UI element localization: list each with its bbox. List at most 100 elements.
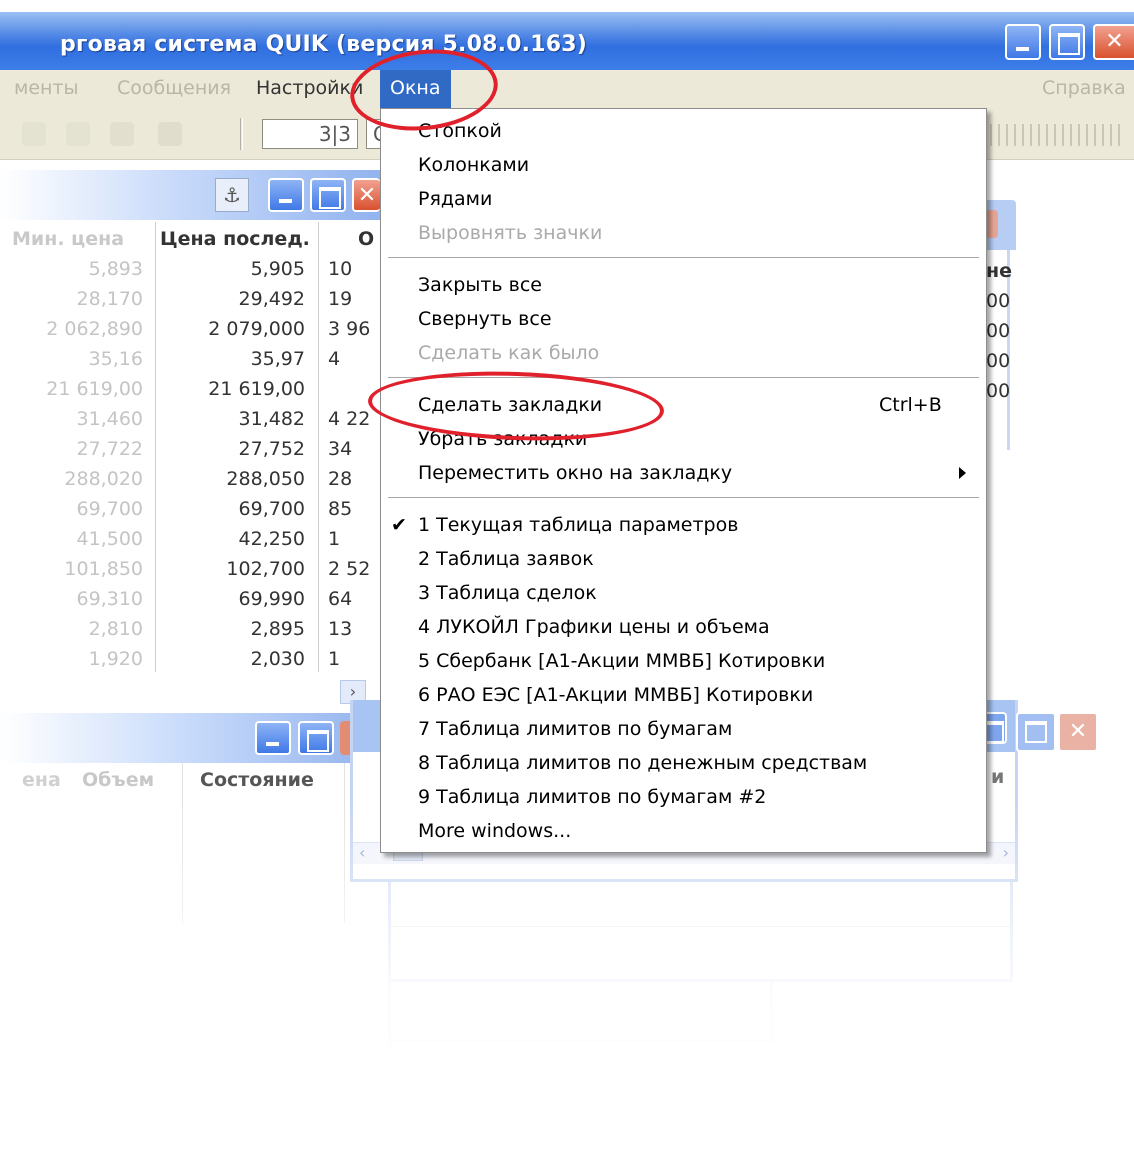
maximize-icon: [312, 180, 344, 210]
scroll-left-icon[interactable]: ‹: [359, 843, 365, 862]
menu-separator: [388, 257, 979, 259]
maximize-button[interactable]: [1049, 24, 1085, 60]
cell-min-price: 5,893: [88, 258, 143, 280]
minimize-icon: [257, 723, 289, 753]
cell-last-price: 35,97: [250, 348, 305, 370]
center-close-button[interactable]: ✕: [1058, 712, 1098, 752]
cell-last-price: 27,752: [238, 438, 305, 460]
maximize-icon: [300, 723, 332, 753]
cell-min-price: 41,500: [76, 528, 143, 550]
right-window-title: [986, 200, 1016, 250]
app-title-bar: рговая система QUIK (версия 5.08.0.163) …: [0, 12, 1134, 70]
header-min-price[interactable]: Мин. цена: [12, 228, 124, 260]
minimize-button[interactable]: [1005, 24, 1041, 60]
cell-third: 1: [328, 528, 341, 550]
header-last-price[interactable]: Цена послед.: [160, 228, 310, 260]
right-table-cell: 00: [986, 380, 1011, 402]
toolbar-icon-1[interactable]: [22, 122, 46, 146]
cell-last-price: 5,905: [250, 258, 305, 280]
menu-item-arrange-icons: Выровнять значки: [418, 222, 603, 244]
cell-min-price: 31,460: [76, 408, 143, 430]
menu-bar: менты Сообщения Настройки Окна Справка: [0, 70, 1134, 108]
cell-last-price: 2,030: [250, 648, 305, 670]
cell-min-price: 21 619,00: [46, 378, 143, 400]
right-table-cell: 00: [986, 350, 1011, 372]
menu-tools[interactable]: менты: [14, 77, 79, 99]
menu-item-window-4[interactable]: 4 ЛУКОЙЛ Графики цены и объема: [418, 616, 770, 638]
orders-minimize-button[interactable]: [255, 721, 291, 755]
cell-min-price: 2 062,890: [46, 318, 143, 340]
column-separator: [182, 763, 183, 923]
cell-last-price: 42,250: [238, 528, 305, 550]
menu-item-minimize-all[interactable]: Свернуть все: [418, 308, 552, 330]
toolbar-layout-icons[interactable]: [990, 124, 1120, 146]
menu-messages[interactable]: Сообщения: [117, 77, 231, 99]
cell-min-price: 69,700: [76, 498, 143, 520]
header-price[interactable]: ена: [22, 769, 61, 791]
cell-third: 28: [328, 468, 353, 490]
cell-min-price: 288,020: [64, 468, 143, 490]
column-separator: [318, 222, 319, 672]
cell-third: 4 22: [328, 408, 371, 430]
menu-item-window-6[interactable]: 6 РАО ЕЭС [А1-Акции ММВБ] Котировки: [418, 684, 813, 706]
cell-third: 19: [328, 288, 353, 310]
cell-last-price: 288,050: [226, 468, 305, 490]
cell-min-price: 28,170: [76, 288, 143, 310]
menu-item-window-3[interactable]: 3 Таблица сделок: [418, 582, 597, 604]
menu-item-restore: Сделать как было: [418, 342, 600, 364]
cascade-window-3: [388, 1042, 718, 1092]
toolbar-icon-4[interactable]: [158, 122, 182, 146]
minimize-icon: [1007, 26, 1039, 58]
header-volume[interactable]: Объем: [82, 769, 154, 791]
scroll-right-icon[interactable]: ›: [1003, 843, 1009, 862]
params-maximize-button[interactable]: [310, 178, 346, 212]
menu-item-more-windows[interactable]: More windows...: [418, 820, 571, 842]
cell-min-price: 1,920: [88, 648, 143, 670]
minimize-icon: [270, 180, 302, 210]
menu-item-move-to-tab[interactable]: Переместить окно на закладку: [418, 462, 732, 484]
toolbar-icon-2[interactable]: [66, 122, 90, 146]
toolbar-separator: [240, 118, 243, 150]
cell-last-price: 21 619,00: [208, 378, 305, 400]
toolbar-field-window-count[interactable]: 3|3: [262, 119, 358, 149]
menu-item-make-tabs-shortcut: Ctrl+B: [879, 394, 942, 416]
menu-help[interactable]: Справка: [1042, 77, 1126, 99]
cell-third: 3 96: [328, 318, 371, 340]
close-button[interactable]: ✕: [1093, 24, 1134, 60]
close-icon: ✕: [1105, 29, 1124, 54]
center-minimize-button[interactable]: [1016, 712, 1056, 752]
header-third[interactable]: О: [358, 228, 374, 260]
menu-settings[interactable]: Настройки: [256, 77, 363, 99]
menu-item-tile-horizontal[interactable]: Рядами: [418, 188, 492, 210]
orders-maximize-button[interactable]: [298, 721, 334, 755]
menu-separator: [388, 497, 979, 499]
params-minimize-button[interactable]: [268, 178, 304, 212]
anchor-icon[interactable]: ⚓: [215, 178, 249, 212]
menu-item-window-1[interactable]: 1 Текущая таблица параметров: [418, 514, 738, 536]
checkmark-icon: ✔: [391, 514, 407, 536]
toolbar-icon-3[interactable]: [110, 122, 134, 146]
close-icon[interactable]: [986, 210, 998, 238]
cell-min-price: 101,850: [64, 558, 143, 580]
menu-item-window-2[interactable]: 2 Таблица заявок: [418, 548, 594, 570]
menu-item-close-all[interactable]: Закрыть все: [418, 274, 542, 296]
cell-third: 64: [328, 588, 353, 610]
cell-last-price: 69,990: [238, 588, 305, 610]
menu-item-window-5[interactable]: 5 Сбербанк [А1-Акции ММВБ] Котировки: [418, 650, 825, 672]
menu-item-tile-vertical[interactable]: Колонками: [418, 154, 529, 176]
params-table: Мин. цена Цена послед. О 5,893 5,905 10 28,…: [0, 222, 385, 672]
column-separator: [344, 763, 345, 923]
screenshot-stage: рговая система QUIK (версия 5.08.0.163) …: [0, 0, 1134, 1160]
cell-third: 4: [328, 348, 341, 370]
params-close-button[interactable]: ✕: [352, 178, 380, 212]
cell-third: 13: [328, 618, 353, 640]
center-header-fragment: и: [991, 766, 1005, 788]
menu-item-window-7[interactable]: 7 Таблица лимитов по бумагам: [418, 718, 732, 740]
cell-last-price: 102,700: [226, 558, 305, 580]
cell-min-price: 2,810: [88, 618, 143, 640]
menu-item-window-8[interactable]: 8 Таблица лимитов по денежным средствам: [418, 752, 867, 774]
header-state[interactable]: Состояние: [200, 769, 314, 791]
submenu-arrow-icon: [959, 467, 966, 479]
menu-item-window-9[interactable]: 9 Таблица лимитов по бумагам #2: [418, 786, 766, 808]
right-table-cell: 00: [986, 320, 1011, 342]
